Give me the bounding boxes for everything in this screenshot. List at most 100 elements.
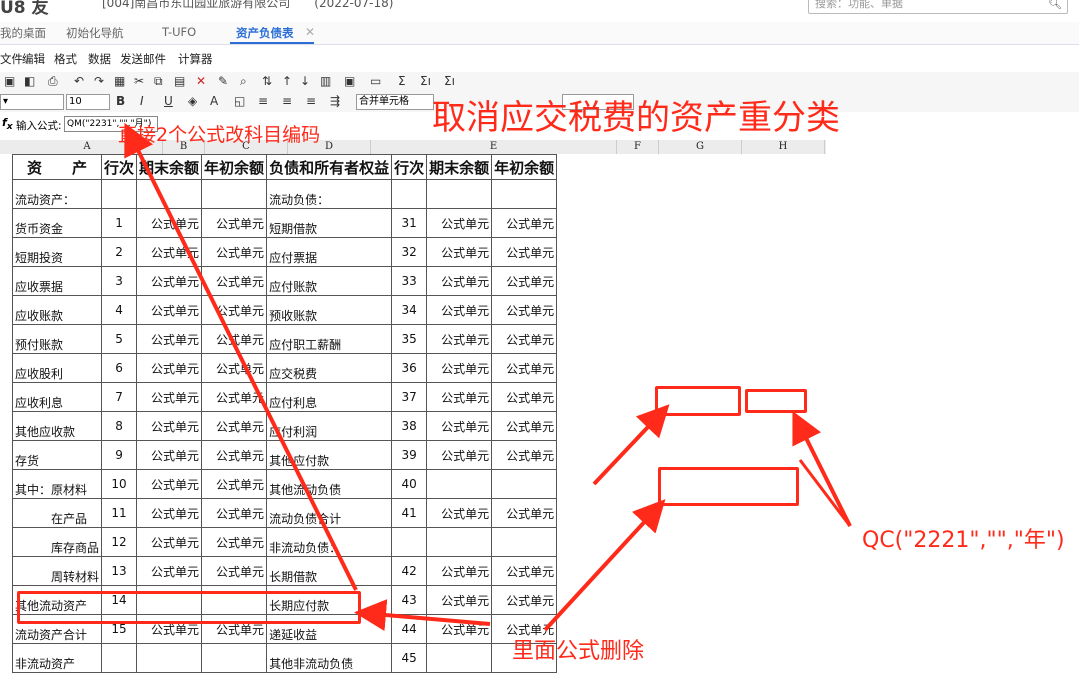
tab-desktop[interactable]: 我的桌面 (0, 25, 46, 41)
cell-g[interactable]: 公式单元 (426, 266, 493, 296)
cell-b[interactable]: 7 (101, 382, 138, 412)
cell-a[interactable]: 应收账款 (11, 295, 103, 325)
cell-g[interactable]: 公式单元 (426, 382, 493, 412)
cell-e[interactable]: 应付职工薪酬 (266, 324, 393, 354)
cell-g[interactable] (426, 179, 493, 209)
cell-b[interactable]: 12 (101, 527, 138, 557)
cell-c[interactable]: 公式单元 (136, 208, 203, 238)
cell-b[interactable] (101, 179, 138, 209)
cell-g[interactable]: 公式单元 (426, 411, 493, 441)
cell-a[interactable]: 货币资金 (11, 208, 103, 238)
cell-f[interactable] (391, 527, 428, 557)
cell-c[interactable] (136, 643, 203, 673)
cell-d[interactable]: 公式单元 (201, 208, 268, 238)
cell-g[interactable]: 公式单元 (426, 556, 493, 586)
cell-d[interactable] (201, 179, 268, 209)
chart-icon[interactable]: ▥ (320, 74, 331, 88)
col-header-e[interactable]: E (371, 140, 617, 154)
cell-g[interactable]: 公式单元 (426, 440, 493, 470)
cell-e[interactable]: 应付利润 (266, 411, 393, 441)
sum-icon[interactable]: Σ (398, 74, 406, 88)
menu-calculator[interactable]: 计算器 (178, 51, 213, 67)
cell-c[interactable]: 公式单元 (136, 266, 203, 296)
cell-c[interactable]: 公式单元 (136, 469, 203, 499)
menu-data[interactable]: 数据 (88, 51, 111, 67)
underline-button[interactable]: U (164, 94, 173, 108)
cell-f[interactable]: 33 (391, 266, 428, 296)
cell-h[interactable]: 公式单元 (491, 266, 558, 296)
cell-g[interactable]: 公式单元 (426, 498, 493, 528)
cell-f[interactable]: 31 (391, 208, 428, 238)
border-icon[interactable]: ◱ (234, 94, 245, 108)
cell-f[interactable]: 40 (391, 469, 428, 499)
undo-icon[interactable]: ↶ (74, 74, 84, 88)
preview-icon[interactable]: ◧ (24, 74, 35, 88)
sum-cols-icon[interactable]: Σı (444, 74, 455, 88)
cell-b[interactable]: 9 (101, 440, 138, 470)
open-icon[interactable]: ▣ (4, 74, 15, 88)
cell-g[interactable]: 公式单元 (426, 614, 493, 644)
col-header-f[interactable]: F (617, 140, 659, 154)
cell-e[interactable]: 应付账款 (266, 266, 393, 296)
cell-c[interactable]: 公式单元 (136, 382, 203, 412)
align-right-icon[interactable]: ≡ (306, 94, 316, 108)
cell-h[interactable]: 公式单元 (491, 585, 558, 615)
cell-h[interactable]: 公式单元 (491, 237, 558, 267)
cell-f[interactable]: 44 (391, 614, 428, 644)
col-header-h[interactable]: H (742, 140, 825, 154)
cell-c[interactable]: 公式单元 (136, 556, 203, 586)
cell-c[interactable]: 公式单元 (136, 411, 203, 441)
cell-f[interactable]: 45 (391, 643, 428, 673)
cell-b[interactable]: 6 (101, 353, 138, 383)
cell-a[interactable]: 预付账款 (11, 324, 103, 354)
cell-f[interactable]: 35 (391, 324, 428, 354)
cell-h[interactable]: 公式单元 (491, 382, 558, 412)
cell-d[interactable]: 公式单元 (201, 469, 268, 499)
cell-c[interactable] (136, 179, 203, 209)
cell-c[interactable]: 公式单元 (136, 527, 203, 557)
cell-g[interactable]: 公式单元 (426, 324, 493, 354)
tab-tufo[interactable]: T-UFO (162, 25, 196, 39)
tab-balance-sheet[interactable]: 资产负债表 (236, 25, 294, 41)
cell-c[interactable]: 公式单元 (136, 498, 203, 528)
cell-b[interactable]: 4 (101, 295, 138, 325)
copy-icon[interactable]: ⧉ (154, 74, 163, 89)
cell-f[interactable] (391, 179, 428, 209)
font-color-icon[interactable]: A (210, 94, 218, 108)
cut-icon[interactable]: ✂ (134, 74, 144, 88)
cell-d[interactable]: 公式单元 (201, 353, 268, 383)
insert-icon[interactable]: ▣ (344, 74, 355, 88)
cell-d[interactable]: 公式单元 (201, 440, 268, 470)
print-icon[interactable]: ⎙ (48, 74, 58, 89)
cell-f[interactable]: 42 (391, 556, 428, 586)
cell-b[interactable]: 3 (101, 266, 138, 296)
table-icon[interactable]: ▦ (114, 74, 125, 88)
close-icon[interactable]: ✕ (305, 25, 315, 39)
cell-d[interactable] (201, 643, 268, 673)
fill-color-icon[interactable]: ◈ (188, 94, 197, 108)
cell-e[interactable]: 流动负债合计 (266, 498, 393, 528)
cell-h[interactable]: 公式单元 (491, 556, 558, 586)
cell-a[interactable]: 非流动资产 (11, 643, 103, 673)
cell-e[interactable]: 其他非流动负债 (266, 643, 393, 673)
cell-a[interactable]: 其他应收款 (11, 411, 103, 441)
header-liabilities[interactable]: 负债和所有者权益 (266, 154, 393, 180)
cell-d[interactable]: 公式单元 (201, 382, 268, 412)
cell-h[interactable]: 公式单元 (491, 411, 558, 441)
header-begin-balance[interactable]: 年初余额 (201, 154, 268, 180)
wrap-icon[interactable]: ⇶ (330, 94, 340, 108)
cell-e[interactable]: 应付利息 (266, 382, 393, 412)
cell-h[interactable]: 公式单元 (491, 208, 558, 238)
cell-e[interactable]: 非流动负债： (266, 527, 393, 557)
cell-b[interactable]: 5 (101, 324, 138, 354)
bold-button[interactable]: B (116, 94, 125, 108)
align-center-icon[interactable]: ≡ (282, 94, 292, 108)
header-end-balance[interactable]: 期末余额 (136, 154, 203, 180)
search-icon[interactable]: 🔍︎ (1048, 0, 1062, 13)
cell-a[interactable]: 流动资产： (11, 179, 103, 209)
cell-g[interactable] (426, 469, 493, 499)
cell-g[interactable]: 公式单元 (426, 237, 493, 267)
font-select[interactable]: ▾ (0, 94, 64, 110)
cell-g[interactable]: 公式单元 (426, 295, 493, 325)
cell-b[interactable]: 13 (101, 556, 138, 586)
